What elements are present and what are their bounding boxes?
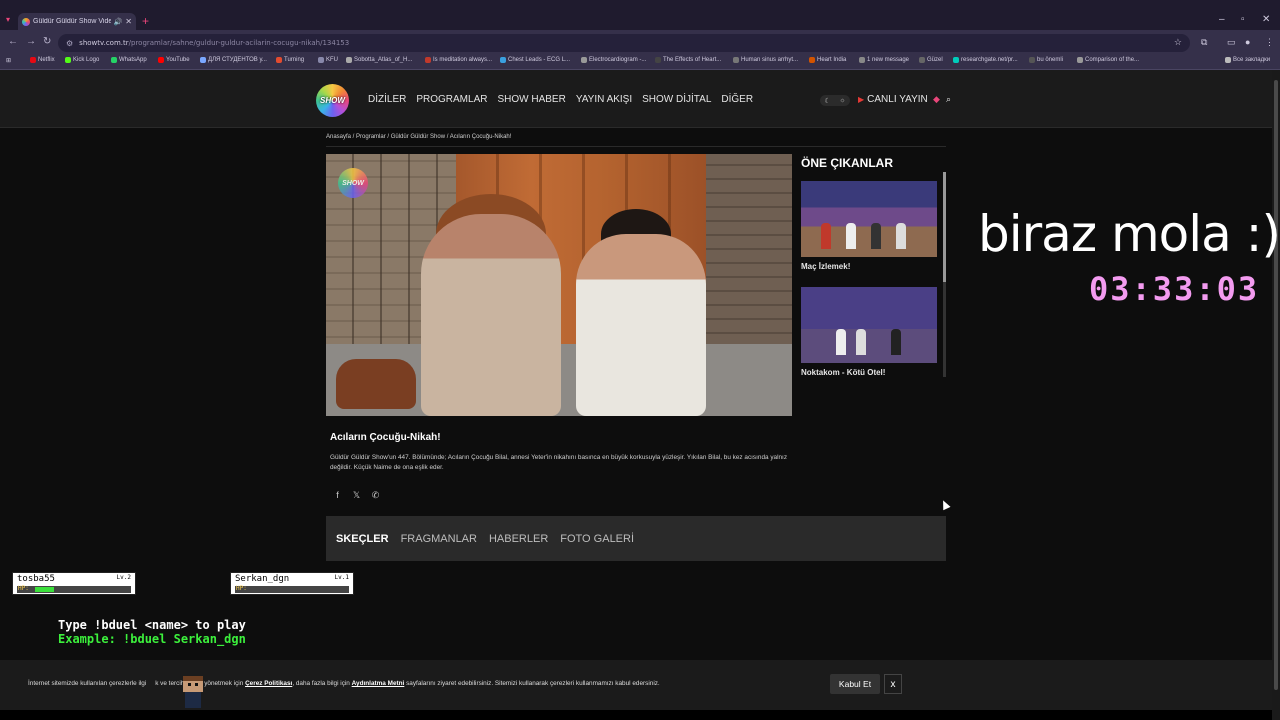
bookmark-item[interactable]: researchgate.net/pr... — [953, 57, 1018, 63]
reload-icon[interactable]: ↻ — [43, 36, 51, 47]
new-tab-button[interactable]: + — [142, 14, 149, 28]
search-icon[interactable]: ⌕ — [946, 94, 951, 105]
duel-example: Example: !bduel Serkan_dgn — [58, 632, 246, 646]
moon-icon: ☾ — [824, 97, 831, 105]
theme-toggle[interactable]: ☾ ☼ — [820, 95, 850, 106]
featured-scrollbar[interactable] — [943, 172, 946, 377]
bookmark-item[interactable]: Sobotta_Atlas_of_H... — [346, 57, 412, 63]
sun-icon: ☼ — [839, 97, 846, 104]
tab-haberler[interactable]: HABERLER — [489, 533, 548, 545]
play-icon: ▶ — [858, 95, 865, 104]
browser-tab[interactable]: Güldür Güldür Show Video 🔊 ✕ — [18, 13, 136, 30]
x-icon[interactable]: 𝕏 — [351, 490, 362, 501]
bookmark-item[interactable]: Comparison of the... — [1077, 57, 1139, 63]
featured-caption[interactable]: Maç İzlemek! — [801, 262, 850, 271]
facebook-icon[interactable]: f — [332, 490, 343, 501]
nav-item-programlar[interactable]: PROGRAMLAR — [416, 94, 487, 105]
featured-thumbnail[interactable] — [801, 181, 937, 257]
favicon-icon — [22, 17, 30, 26]
bookmark-item[interactable]: Güzel — [919, 57, 943, 63]
forward-icon[interactable]: → — [26, 36, 36, 47]
share-bar: f 𝕏 ✆ — [332, 490, 381, 501]
accept-cookies-button[interactable]: Kabul Et — [830, 674, 880, 694]
bookmark-item[interactable]: Chest Leads - ECG L... — [500, 57, 570, 63]
video-watermark-logo: SHOW — [338, 168, 368, 198]
privacy-notice-link[interactable]: Aydınlatma Metni — [352, 680, 405, 687]
browser-tabbar — [0, 0, 1280, 30]
profile-icon[interactable]: ● — [1245, 37, 1250, 47]
tab-search-icon[interactable]: ▾ — [6, 15, 10, 24]
nav-item-show-haber[interactable]: SHOW HABER — [497, 94, 565, 105]
address-bar[interactable]: ⚙ showtv.com.tr/programlar/sahne/guldur-… — [58, 34, 1190, 52]
bookmark-item[interactable]: Kick Logo — [65, 57, 99, 63]
featured-caption[interactable]: Noktakom - Kötü Otel! — [801, 368, 885, 377]
video-player[interactable]: SHOW — [326, 154, 792, 416]
nav-item-show-dijital[interactable]: SHOW DİJİTAL — [642, 94, 711, 105]
bookmark-item[interactable]: 1 new message — [859, 57, 909, 63]
url-text: showtv.com.tr/programlar/sahne/guldur-gu… — [79, 39, 350, 47]
player-name: tosba55 — [17, 574, 55, 584]
bookmark-item[interactable]: WhatsApp — [111, 57, 147, 63]
close-tab-icon[interactable]: ✕ — [125, 17, 132, 26]
cast-icon[interactable]: ▭ — [1227, 37, 1236, 48]
bookmark-item[interactable]: bu önemli — [1029, 57, 1063, 63]
player-card: tosba55 Lv.2 HP: — [12, 572, 136, 595]
bookmark-item[interactable]: KFU — [318, 57, 338, 63]
nav-item-diger[interactable]: DİĞER — [721, 94, 753, 105]
episode-title: Acıların Çocuğu-Nikah! — [330, 432, 441, 443]
tab-fragmanlar[interactable]: FRAGMANLAR — [401, 533, 477, 545]
player-name: Serkan_dgn — [235, 574, 290, 584]
break-text: biraz mola :) — [978, 205, 1280, 263]
bookmark-item[interactable]: Electrocardiogram -... — [581, 57, 646, 63]
pixel-character-sprite — [180, 676, 206, 712]
divider — [326, 146, 946, 147]
content-tabs: SKEÇLER FRAGMANLAR HABERLER FOTO GALERİ — [326, 516, 946, 561]
player-card: Serkan_dgn Lv.1 HP: — [230, 572, 354, 595]
bookmark-item[interactable]: Is meditation always... — [425, 57, 492, 63]
bookmark-item[interactable]: Turning — [276, 57, 304, 63]
maximize-icon[interactable]: ▫ — [1241, 14, 1245, 25]
page-scrollbar[interactable] — [1272, 70, 1280, 720]
tab-foto-galeri[interactable]: FOTO GALERİ — [560, 533, 634, 545]
tag-icon[interactable]: ◆ — [933, 94, 940, 105]
featured-title: ÖNE ÇIKANLAR — [801, 156, 893, 170]
bookmark-item[interactable]: ДЛЯ СТУДЕНТОВ у... — [200, 57, 267, 63]
main-nav: DİZİLER PROGRAMLAR SHOW HABER YAYIN AKIŞ… — [368, 94, 753, 105]
tab-skecler[interactable]: SKEÇLER — [336, 533, 389, 545]
minimize-icon[interactable]: – — [1219, 14, 1225, 25]
hp-bar: HP: — [17, 585, 131, 593]
duel-instructions: Type !bduel <name> to play — [58, 618, 246, 632]
bookmark-item[interactable]: The Effects of Heart... — [655, 57, 721, 63]
player-level: Lv.1 — [334, 574, 349, 581]
hp-bar: HP: — [235, 585, 349, 593]
hp-fill — [35, 587, 54, 592]
live-button[interactable]: ▶ CANLI YAYIN — [858, 94, 928, 105]
player-level: Lv.2 — [116, 574, 131, 581]
bookmark-item[interactable]: YouTube — [158, 57, 190, 63]
bookmark-star-icon[interactable]: ☆ — [1174, 37, 1182, 48]
cookie-text: İnternet sitemizde kullanılan çerezlerle… — [28, 680, 660, 687]
close-cookie-button[interactable]: x — [884, 674, 902, 694]
extensions-icon[interactable]: ⧉ — [1201, 37, 1207, 48]
episode-description: Güldür Güldür Show'un 447. Bölümünde; Ac… — [330, 454, 788, 471]
site-info-icon[interactable]: ⚙ — [66, 39, 73, 48]
nav-item-yayin-akisi[interactable]: YAYIN AKIŞI — [576, 94, 632, 105]
show-logo[interactable]: SHOW — [316, 84, 349, 117]
all-bookmarks[interactable]: Все закладки — [1225, 57, 1270, 63]
apps-icon[interactable]: ⊞ — [6, 57, 11, 64]
back-icon[interactable]: ← — [8, 36, 18, 47]
window-close-icon[interactable]: ✕ — [1262, 14, 1270, 25]
breadcrumb[interactable]: Anasayfa / Programlar / Güldür Güldür Sh… — [326, 134, 511, 140]
featured-thumbnail[interactable] — [801, 287, 937, 363]
menu-icon[interactable]: ⋮ — [1265, 37, 1274, 48]
bookmark-item[interactable]: Heart India — [809, 57, 846, 63]
speaker-icon[interactable]: 🔊 — [114, 18, 123, 26]
countdown-timer: 03:33:03 — [1089, 270, 1260, 308]
bookmark-item[interactable]: Human sinus arrhyt... — [733, 57, 798, 63]
tab-title: Güldür Güldür Show Video — [33, 18, 111, 25]
whatsapp-icon[interactable]: ✆ — [370, 490, 381, 501]
nav-item-diziler[interactable]: DİZİLER — [368, 94, 406, 105]
cookie-policy-link[interactable]: Çerez Politikası — [245, 680, 292, 687]
bookmark-item[interactable]: Netflix — [30, 57, 55, 63]
